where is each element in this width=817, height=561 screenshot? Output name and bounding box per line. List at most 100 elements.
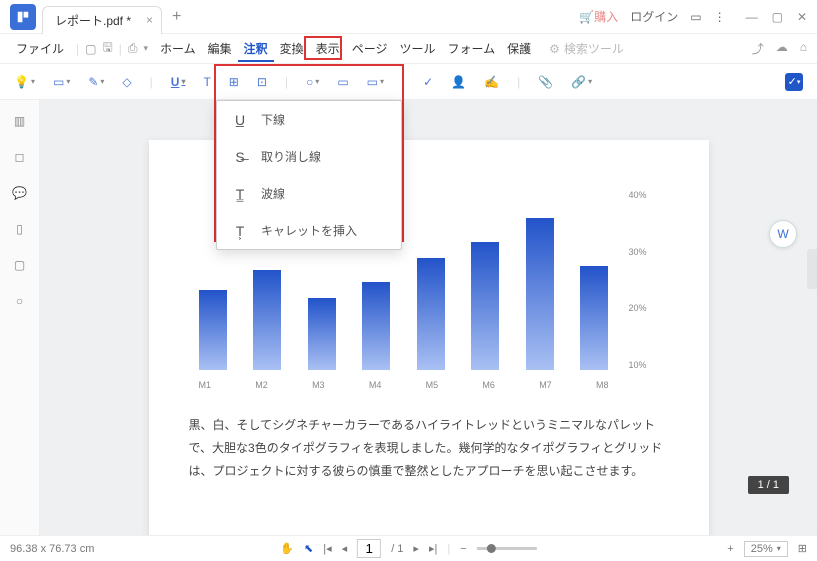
fit-page-icon[interactable]: ⊞ bbox=[798, 542, 807, 555]
last-page-icon[interactable]: ▸| bbox=[429, 542, 437, 555]
shape-tool[interactable]: ○▾ bbox=[306, 75, 319, 89]
statusbar: 96.38 x 76.73 cm ✋ ⬉ |◂ ◂ / 1 ▸ ▸| | − +… bbox=[0, 535, 817, 561]
page-total: / 1 bbox=[391, 543, 403, 555]
save-icon[interactable]: 🖫 bbox=[102, 38, 112, 59]
home-icon[interactable]: ⌂ bbox=[800, 40, 807, 57]
close-tab-icon[interactable]: × bbox=[146, 13, 153, 27]
annotation-toolbar: 💡▾ ▭▾ ✎▾ ◇ | U▾ T ⊞ ⊡ | ○▾ ▭ ▭▾ | ✓ 👤 ✍ … bbox=[0, 64, 817, 100]
dropdown-item-icon: U̲ bbox=[231, 112, 249, 128]
menu-注釈[interactable]: 注釈 bbox=[238, 38, 274, 62]
search-icon: ⚙ bbox=[549, 42, 560, 56]
document-tab[interactable]: レポート.pdf * × bbox=[42, 6, 162, 34]
underline-tool[interactable]: U▾ bbox=[171, 75, 186, 89]
page-input[interactable] bbox=[357, 539, 381, 558]
menu-表示[interactable]: 表示 bbox=[310, 38, 346, 60]
layers-icon[interactable]: ▯ bbox=[16, 222, 23, 236]
login-link[interactable]: ログイン bbox=[630, 8, 678, 25]
zoom-out-icon[interactable]: − bbox=[460, 543, 466, 555]
menu-ページ[interactable]: ページ bbox=[346, 38, 394, 60]
textbox-tool[interactable]: T bbox=[203, 75, 210, 89]
close-window-button[interactable]: ✕ bbox=[797, 10, 807, 24]
menu-フォーム[interactable]: フォーム bbox=[441, 38, 501, 60]
chart-xlabel: M5 bbox=[426, 380, 439, 390]
hand-tool-icon[interactable]: ✋ bbox=[280, 542, 294, 555]
minimize-button[interactable]: ― bbox=[746, 10, 758, 24]
loupe-icon[interactable]: ○ bbox=[16, 294, 23, 308]
dropdown-item-icon: T͕ bbox=[231, 223, 249, 239]
menu-ホーム[interactable]: ホーム bbox=[154, 38, 202, 60]
stamp-tool[interactable]: ✓ bbox=[423, 75, 433, 89]
menu-ツール[interactable]: ツール bbox=[393, 38, 441, 60]
area-tool[interactable]: ▭ bbox=[337, 75, 348, 89]
dropdown-item-取り消し線[interactable]: S̶取り消し線 bbox=[217, 138, 401, 175]
bookmark-icon[interactable]: ◻ bbox=[15, 150, 25, 164]
chart-bar bbox=[253, 270, 281, 370]
menu-編集[interactable]: 編集 bbox=[202, 38, 238, 60]
print-dropdown-icon[interactable]: ▾ bbox=[143, 43, 148, 54]
zoom-slider[interactable] bbox=[477, 547, 537, 550]
cloud-icon[interactable]: ☁ bbox=[776, 40, 788, 57]
signature-tool[interactable]: 👤 bbox=[451, 75, 466, 89]
eraser-tool[interactable]: ◇ bbox=[122, 75, 131, 89]
note-tool[interactable]: ▭▾ bbox=[53, 75, 70, 89]
dropdown-item-キャレットを挿入[interactable]: T͕ キャレットを挿入 bbox=[217, 212, 401, 249]
link-tool[interactable]: 🔗▾ bbox=[571, 75, 592, 89]
purchase-link[interactable]: 🛒購入 bbox=[579, 8, 618, 25]
first-page-icon[interactable]: |◂ bbox=[323, 542, 331, 555]
text-tool-2[interactable]: ⊡ bbox=[257, 75, 267, 89]
search-tool[interactable]: ⚙ 検索ツール bbox=[549, 40, 624, 57]
dropdown-item-下線[interactable]: U̲下線 bbox=[217, 101, 401, 138]
left-sidebar: ▥ ◻ 💬 ▯ ▢ ○ bbox=[0, 100, 40, 538]
chart-xlabel: M2 bbox=[255, 380, 268, 390]
print-icon[interactable]: ⎙ bbox=[128, 41, 138, 56]
next-page-icon[interactable]: ▸ bbox=[413, 542, 419, 555]
comment-icon[interactable]: 💬 bbox=[12, 186, 27, 200]
chart-ylabel: 40% bbox=[629, 190, 669, 200]
chart-bar bbox=[199, 290, 227, 370]
maximize-button[interactable]: ▢ bbox=[772, 10, 783, 24]
document-canvas[interactable]: 40%30%20%10% M1M2M3M4M5M6M7M8 黒、白、そしてシグネ… bbox=[40, 100, 817, 538]
chart-bar bbox=[526, 218, 554, 370]
menu-変換[interactable]: 変換 bbox=[274, 38, 310, 60]
chart-xlabel: M8 bbox=[596, 380, 609, 390]
select-tool-icon[interactable]: ⬉ bbox=[304, 542, 313, 555]
new-tab-button[interactable]: + bbox=[172, 8, 181, 26]
dropdown-item-icon: T͇ bbox=[231, 186, 249, 202]
chart-xlabel: M6 bbox=[482, 380, 495, 390]
chart-xlabel: M7 bbox=[539, 380, 552, 390]
notification-icon[interactable]: ▭ bbox=[690, 10, 701, 24]
zoom-select[interactable]: 25%▾ bbox=[744, 541, 788, 557]
attach-tool[interactable]: 📎 bbox=[538, 75, 553, 89]
chart-ylabel: 10% bbox=[629, 360, 669, 370]
chart-ylabel: 30% bbox=[629, 247, 669, 257]
menu-file[interactable]: ファイル bbox=[10, 36, 70, 61]
menubar: ファイル | ▢ 🖫 | ⎙ ▾ ホーム編集注釈変換表示ページツールフォーム保護… bbox=[0, 34, 817, 64]
zoom-in-icon[interactable]: + bbox=[727, 543, 733, 555]
menu-保護[interactable]: 保護 bbox=[501, 38, 537, 60]
pencil-tool[interactable]: ✎▾ bbox=[88, 75, 104, 89]
chart-bar bbox=[471, 242, 499, 370]
sign-tool[interactable]: ✍ bbox=[484, 75, 499, 89]
chart-bar bbox=[362, 282, 390, 370]
kebab-menu-icon[interactable]: ⋮ bbox=[714, 10, 726, 24]
attachments-icon[interactable]: ▢ bbox=[14, 258, 25, 272]
app-logo bbox=[10, 4, 36, 30]
right-panel-handle[interactable] bbox=[807, 249, 817, 289]
measure-tool[interactable]: ▭▾ bbox=[367, 75, 384, 89]
chart-bar bbox=[580, 266, 608, 370]
word-export-badge[interactable]: W bbox=[769, 220, 797, 248]
dropdown-item-icon: S̶ bbox=[231, 149, 249, 165]
toolbar-check[interactable]: ✓▾ bbox=[785, 73, 803, 91]
open-icon[interactable]: ▢ bbox=[85, 42, 96, 56]
thumbnails-icon[interactable]: ▥ bbox=[14, 114, 25, 128]
tab-title: レポート.pdf * bbox=[55, 12, 131, 29]
chart-ylabel: 20% bbox=[629, 303, 669, 313]
callout-tool[interactable]: ⊞ bbox=[229, 75, 239, 89]
lightbulb-tool[interactable]: 💡▾ bbox=[14, 75, 35, 89]
dropdown-item-label: キャレットを挿入 bbox=[261, 222, 357, 239]
page-dimensions: 96.38 x 76.73 cm bbox=[10, 543, 94, 555]
dropdown-item-波線[interactable]: T͇波線 bbox=[217, 175, 401, 212]
prev-page-icon[interactable]: ◂ bbox=[342, 542, 348, 555]
share-icon[interactable]: ⤴ bbox=[752, 40, 764, 57]
chart-bar bbox=[308, 298, 336, 370]
